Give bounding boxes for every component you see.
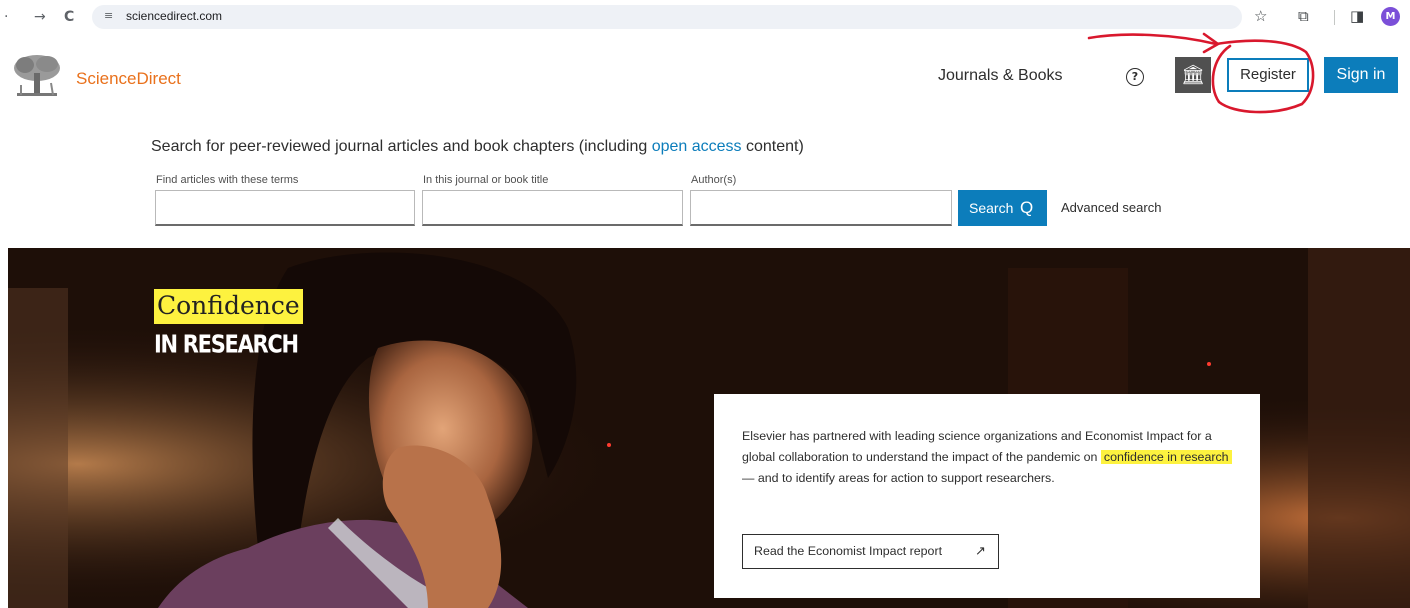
site-settings-icon[interactable]: ≡ [104, 9, 113, 22]
help-icon[interactable]: ? [1126, 68, 1144, 86]
bookmark-icon[interactable]: ☆ [1254, 7, 1267, 25]
external-arrow-icon: ↗ [975, 543, 986, 558]
search-button[interactable]: Search Q [958, 190, 1047, 226]
brand-name[interactable]: ScienceDirect [76, 69, 181, 89]
terms-input[interactable] [155, 190, 415, 226]
profile-avatar[interactable]: M [1381, 7, 1400, 26]
journal-label: In this journal or book title [423, 174, 549, 186]
hero-description-text-end: — and to identify areas for action to su… [742, 471, 1055, 485]
register-button[interactable]: Register [1227, 58, 1309, 92]
hero-title: Confidence [154, 289, 303, 324]
search-button-label: Search [969, 200, 1014, 216]
elsevier-tree-logo-icon[interactable] [11, 53, 63, 99]
read-report-label: Read the Economist Impact report [754, 544, 943, 558]
read-report-button[interactable]: Read the Economist Impact report ↗ [742, 534, 999, 569]
hero-info-card: Elsevier has partnered with leading scie… [714, 394, 1260, 598]
confidence-in-research-link[interactable]: confidence in research [1100, 450, 1232, 464]
reload-icon[interactable]: C [64, 8, 74, 26]
sign-in-button[interactable]: Sign in [1324, 57, 1398, 93]
url-text: sciencedirect.com [126, 9, 223, 23]
hero-banner: Confidence IN RESEARCH Elsevier has part… [8, 248, 1410, 608]
search-intro-text-end: content) [741, 138, 804, 155]
hero-description: Elsevier has partnered with leading scie… [742, 426, 1242, 489]
advanced-search-link[interactable]: Advanced search [1061, 200, 1161, 215]
site-header: ScienceDirect Journals & Books ? 🏛 Regis… [0, 36, 1410, 118]
author-input[interactable] [690, 190, 952, 226]
search-icon: Q [1020, 198, 1034, 217]
extensions-icon[interactable]: ⧉ [1298, 7, 1309, 25]
forward-icon[interactable]: → [34, 8, 46, 26]
side-panel-icon[interactable]: ◨ [1350, 7, 1364, 25]
search-intro-text: Search for peer-reviewed journal article… [151, 138, 652, 155]
terms-label: Find articles with these terms [156, 174, 299, 186]
author-label: Author(s) [691, 174, 737, 186]
journal-input[interactable] [422, 190, 683, 226]
toolbar-divider [1334, 10, 1335, 25]
hero-subtitle: IN RESEARCH [154, 330, 299, 359]
address-bar[interactable]: ≡ sciencedirect.com [92, 5, 1242, 29]
institution-icon[interactable]: 🏛 [1175, 57, 1211, 93]
open-access-link[interactable]: open access [652, 138, 742, 155]
browser-toolbar: · → C ≡ sciencedirect.com ☆ ⧉ ◨ M [0, 0, 1410, 35]
search-intro: Search for peer-reviewed journal article… [151, 138, 804, 156]
journals-books-link[interactable]: Journals & Books [938, 67, 1063, 85]
back-icon[interactable]: · [4, 8, 8, 26]
